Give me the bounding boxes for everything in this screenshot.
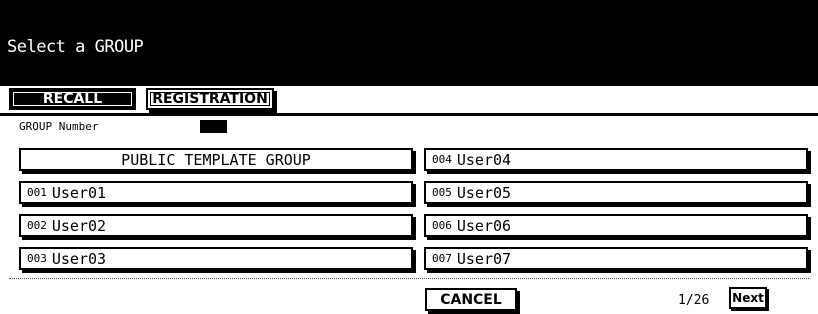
group-button-002[interactable]: 002 User02	[19, 214, 413, 237]
group-button-006[interactable]: 006 User06	[424, 214, 808, 237]
cancel-button[interactable]: CANCEL	[425, 288, 517, 311]
tab-recall[interactable]: RECALL	[9, 88, 136, 110]
group-name: User02	[51, 216, 107, 235]
group-button-004[interactable]: 004 User04	[424, 148, 808, 171]
group-number: 005	[432, 186, 452, 199]
group-number: 003	[27, 252, 47, 265]
group-name: User03	[51, 249, 107, 268]
next-button[interactable]: Next	[729, 287, 767, 309]
group-number: 006	[432, 219, 452, 232]
group-name: User04	[456, 150, 512, 169]
page-indicator: 1/26	[678, 293, 710, 308]
group-name: User05	[456, 183, 512, 202]
group-button-007[interactable]: 007 User07	[424, 247, 808, 270]
group-number: 001	[27, 186, 47, 199]
title-bar: Select a GROUP	[0, 0, 818, 86]
group-number: 002	[27, 219, 47, 232]
group-name: User01	[51, 183, 107, 202]
page-title: Select a GROUP	[7, 37, 144, 57]
tab-registration[interactable]: REGISTRATION	[146, 88, 274, 110]
public-template-group-button[interactable]: PUBLIC TEMPLATE GROUP	[19, 148, 413, 171]
tab-divider	[0, 113, 818, 116]
group-number-field	[200, 120, 227, 133]
group-name: User06	[456, 216, 512, 235]
footer-divider	[9, 278, 809, 279]
group-name: PUBLIC TEMPLATE GROUP	[121, 150, 311, 169]
group-button-003[interactable]: 003 User03	[19, 247, 413, 270]
group-name: User07	[456, 249, 512, 268]
group-number: 007	[432, 252, 452, 265]
group-button-001[interactable]: 001 User01	[19, 181, 413, 204]
group-number: 004	[432, 153, 452, 166]
group-button-005[interactable]: 005 User05	[424, 181, 808, 204]
group-number-label: GROUP Number	[19, 120, 99, 133]
